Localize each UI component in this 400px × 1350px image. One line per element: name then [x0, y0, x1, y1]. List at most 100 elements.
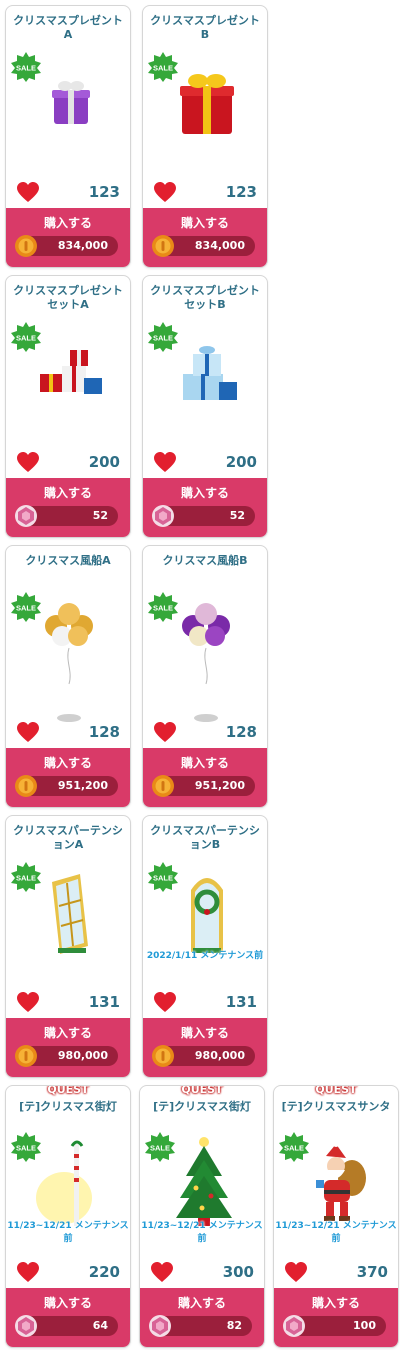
- buy-button[interactable]: 購入する: [143, 1024, 267, 1041]
- buy-section[interactable]: 購入する 980,000: [6, 1018, 130, 1077]
- price-value: 64: [92, 1319, 108, 1332]
- likes-count: 128: [225, 723, 257, 741]
- buy-section[interactable]: 購入する 834,000: [6, 208, 130, 267]
- price-pill: 64: [15, 1315, 118, 1337]
- likes-count: 200: [88, 453, 120, 471]
- buy-section[interactable]: 購入する 834,000: [143, 208, 267, 267]
- coin-icon: [15, 1045, 37, 1067]
- buy-button[interactable]: 購入する: [143, 754, 267, 771]
- product-title: クリスマス風船A: [25, 554, 111, 567]
- product-card[interactable]: クリスマスプレゼント B SALE 123 購入する 834,000: [142, 5, 268, 268]
- buy-button[interactable]: 購入する: [143, 484, 267, 501]
- heart-icon[interactable]: [16, 451, 40, 473]
- likes-row: 128: [14, 721, 120, 743]
- buy-button[interactable]: 購入する: [6, 484, 130, 501]
- coin-icon: [15, 775, 37, 797]
- buy-button[interactable]: 購入する: [6, 214, 130, 231]
- product-card[interactable]: クリスマスパーテンシ ョンB SALE 2022/1/11 メンテナンス前 13…: [142, 815, 268, 1078]
- heart-icon[interactable]: [150, 1261, 174, 1283]
- product-title: クリスマスプレゼント B: [150, 14, 260, 41]
- product-card[interactable]: QUEST [テ]クリスマスサンタ SALE 11/23~12/21 メンテナン…: [273, 1085, 399, 1348]
- buy-section[interactable]: 購入する 100: [274, 1288, 398, 1347]
- buy-button[interactable]: 購入する: [6, 754, 130, 771]
- price-pill: 82: [149, 1315, 252, 1337]
- price-pill: 834,000: [15, 235, 118, 257]
- likes-row: 370: [282, 1261, 388, 1283]
- price-value: 951,200: [194, 779, 245, 792]
- quest-badge: QUEST: [47, 1085, 89, 1096]
- balloons-purple-icon: [182, 603, 230, 722]
- likes-row: 123: [14, 181, 120, 203]
- likes-row: 131: [14, 991, 120, 1013]
- product-card[interactable]: クリスマスプレゼント セットB SALE 200 購入する 52: [142, 275, 268, 538]
- price-pill: 52: [15, 505, 118, 527]
- price-value: 980,000: [57, 1049, 108, 1062]
- buy-section[interactable]: 購入する 951,200: [143, 748, 267, 807]
- buy-section[interactable]: 購入する 951,200: [6, 748, 130, 807]
- gem-icon: [283, 1315, 305, 1337]
- coin-icon: [15, 235, 37, 257]
- heart-icon[interactable]: [153, 721, 177, 743]
- maintenance-notice: 2022/1/11 メンテナンス前: [146, 951, 264, 961]
- coin-icon: [152, 775, 174, 797]
- buy-button[interactable]: 購入する: [140, 1294, 264, 1311]
- price-pill: 100: [283, 1315, 386, 1337]
- heart-icon[interactable]: [16, 721, 40, 743]
- gift-set-blue-icon: [183, 346, 237, 400]
- likes-count: 300: [222, 1263, 254, 1281]
- quest-badge: QUEST: [315, 1085, 357, 1096]
- maintenance-notice: 11/23~12/21 メンテナンス前: [141, 1221, 263, 1244]
- buy-section[interactable]: 購入する 82: [140, 1288, 264, 1347]
- maintenance-notice: 11/23~12/21 メンテナンス前: [7, 1221, 129, 1244]
- price-value: 100: [353, 1319, 376, 1332]
- product-title: クリスマスパーテンシ ョンA: [13, 824, 123, 851]
- price-value: 52: [229, 509, 245, 522]
- price-pill: 834,000: [152, 235, 255, 257]
- price-pill: 980,000: [152, 1045, 255, 1067]
- heart-icon[interactable]: [153, 991, 177, 1013]
- maintenance-notice: 11/23~12/21 メンテナンス前: [275, 1221, 397, 1244]
- buy-section[interactable]: 購入する 64: [6, 1288, 130, 1347]
- gem-icon: [15, 1315, 37, 1337]
- quest-badge: QUEST: [181, 1085, 223, 1096]
- gift-set-red-icon: [40, 350, 102, 394]
- gift-purple-icon: [52, 81, 90, 124]
- buy-button[interactable]: 購入する: [274, 1294, 398, 1311]
- heart-icon[interactable]: [16, 991, 40, 1013]
- christmas-tree-icon: [176, 1137, 232, 1226]
- partition-wreath-icon: [191, 878, 223, 953]
- likes-row: 200: [14, 451, 120, 473]
- gift-red-icon: [180, 74, 234, 134]
- price-pill: 980,000: [15, 1045, 118, 1067]
- price-pill: 951,200: [15, 775, 118, 797]
- buy-button[interactable]: 購入する: [143, 214, 267, 231]
- price-value: 834,000: [194, 239, 245, 252]
- likes-count: 123: [225, 183, 257, 201]
- price-value: 951,200: [57, 779, 108, 792]
- buy-section[interactable]: 購入する 52: [6, 478, 130, 537]
- product-card[interactable]: クリスマスパーテンシ ョンA SALE 131 購入する 980,000: [5, 815, 131, 1078]
- heart-icon[interactable]: [153, 451, 177, 473]
- heart-icon[interactable]: [16, 1261, 40, 1283]
- product-card[interactable]: クリスマス風船A SALE 128 購入する 951,200: [5, 545, 131, 808]
- likes-count: 220: [88, 1263, 120, 1281]
- price-pill: 951,200: [152, 775, 255, 797]
- buy-section[interactable]: 購入する 52: [143, 478, 267, 537]
- likes-row: 131: [151, 991, 257, 1013]
- product-card[interactable]: クリスマスプレゼント A SALE 123 購入する 834,000: [5, 5, 131, 268]
- coin-icon: [152, 1045, 174, 1067]
- likes-count: 200: [225, 453, 257, 471]
- likes-count: 123: [88, 183, 120, 201]
- heart-icon[interactable]: [16, 181, 40, 203]
- product-card[interactable]: クリスマス風船B SALE 128 購入する 951,200: [142, 545, 268, 808]
- product-card[interactable]: QUEST [テ]クリスマス街灯 SALE 11/23~12/21 メンテナンス…: [139, 1085, 265, 1348]
- buy-button[interactable]: 購入する: [6, 1294, 130, 1311]
- product-title: クリスマスパーテンシ ョンB: [150, 824, 260, 851]
- buy-section[interactable]: 購入する 980,000: [143, 1018, 267, 1077]
- product-card[interactable]: クリスマスプレゼント セットA SALE 200 購入する 52: [5, 275, 131, 538]
- buy-button[interactable]: 購入する: [6, 1024, 130, 1041]
- heart-icon[interactable]: [284, 1261, 308, 1283]
- product-card[interactable]: QUEST [テ]クリスマス街灯 SALE 11/23~12/21 メンテナンス…: [5, 1085, 131, 1348]
- heart-icon[interactable]: [153, 181, 177, 203]
- price-value: 980,000: [194, 1049, 245, 1062]
